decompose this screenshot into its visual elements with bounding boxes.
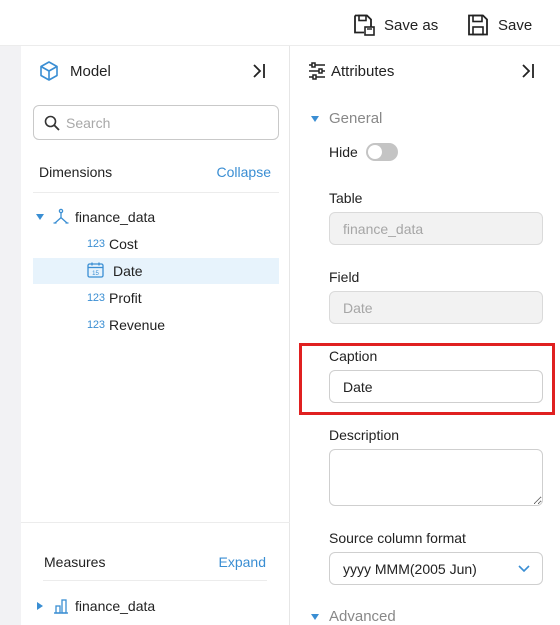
source-format-select[interactable]: yyyy MMM(2005 Jun): [329, 552, 543, 585]
caret-down-icon[interactable]: [33, 214, 47, 220]
tree-field-profit[interactable]: 123 Profit: [33, 285, 279, 311]
search-box[interactable]: [33, 105, 279, 140]
general-section-toggle[interactable]: General: [311, 110, 382, 127]
caption-label: Caption: [329, 348, 378, 364]
field-value: Date: [343, 299, 373, 316]
caret-down-icon: [311, 613, 319, 620]
svg-text:15: 15: [92, 271, 99, 277]
search-icon: [44, 115, 60, 131]
caret-down-icon: [311, 115, 319, 122]
measure-table-icon: [47, 597, 75, 615]
description-textarea[interactable]: [329, 449, 543, 506]
tree-field-revenue[interactable]: 123 Revenue: [33, 312, 279, 338]
save-as-label: Save as: [384, 16, 439, 34]
source-format-label: Source column format: [329, 530, 466, 546]
dimensions-header: Dimensions Collapse: [39, 164, 271, 180]
model-panel-header: Model: [38, 60, 111, 82]
collapse-panel-icon[interactable]: [520, 62, 538, 80]
save-button[interactable]: Save: [466, 12, 532, 38]
divider: [21, 522, 290, 523]
field-label: Field: [329, 269, 360, 285]
table-hierarchy-icon: [47, 208, 75, 226]
collapse-dimensions-link[interactable]: Collapse: [217, 164, 271, 180]
search-input[interactable]: [66, 114, 266, 131]
field-field: Date: [329, 291, 543, 324]
expand-measures-link[interactable]: Expand: [219, 554, 266, 570]
measures-label: Measures: [44, 554, 106, 570]
sliders-icon: [309, 62, 325, 80]
chevron-down-icon: [518, 564, 530, 572]
field-label: Revenue: [109, 317, 166, 333]
save-label: Save: [498, 16, 533, 34]
cube-icon: [40, 61, 58, 81]
attributes-panel-header: Attributes: [307, 60, 394, 82]
table-value: finance_data: [343, 220, 424, 237]
model-panel: Model Dimensions Collapse finance_data 1: [21, 46, 290, 625]
caption-field[interactable]: [329, 370, 543, 403]
attributes-title: Attributes: [331, 62, 395, 80]
top-toolbar: Save as Save: [0, 0, 560, 46]
tree-field-cost[interactable]: 123 Cost: [33, 231, 279, 257]
tree-table-label: finance_data: [75, 598, 156, 614]
general-label: General: [329, 110, 383, 127]
hide-row: Hide: [329, 143, 398, 161]
save-as-icon: [354, 14, 375, 36]
divider: [43, 580, 267, 581]
advanced-section-toggle[interactable]: Advanced: [311, 608, 396, 625]
table-field: finance_data: [329, 212, 543, 245]
table-label: Table: [329, 190, 363, 206]
hide-label: Hide: [329, 144, 358, 160]
tree-table-label: finance_data: [75, 209, 156, 225]
caret-right-icon[interactable]: [33, 602, 47, 610]
calendar-icon: 15: [87, 262, 113, 281]
number-type-icon: 123: [87, 292, 105, 304]
model-title: Model: [70, 62, 111, 80]
hide-toggle[interactable]: [365, 143, 398, 161]
save-as-button[interactable]: Save as: [352, 12, 438, 38]
tree-table-measures[interactable]: finance_data: [33, 593, 279, 619]
attributes-panel: Attributes General Hide Table finance_da…: [291, 46, 560, 625]
tree-table-dimensions[interactable]: finance_data: [33, 204, 279, 230]
dimensions-label: Dimensions: [39, 164, 113, 180]
number-type-icon: 123: [87, 319, 105, 331]
save-icon: [468, 14, 488, 36]
number-type-icon: 123: [87, 238, 105, 250]
collapse-panel-icon[interactable]: [251, 62, 269, 80]
field-label: Cost: [109, 236, 138, 252]
measures-header: Measures Expand: [44, 554, 266, 570]
tree-field-date[interactable]: 15 Date: [33, 258, 279, 284]
caption-input[interactable]: [343, 378, 533, 395]
description-label: Description: [329, 427, 400, 443]
field-label: Profit: [109, 290, 142, 306]
left-gutter: [0, 46, 21, 625]
advanced-label: Advanced: [329, 608, 396, 625]
field-label: Date: [113, 263, 143, 279]
divider: [33, 192, 279, 193]
source-format-value: yyyy MMM(2005 Jun): [343, 560, 477, 577]
